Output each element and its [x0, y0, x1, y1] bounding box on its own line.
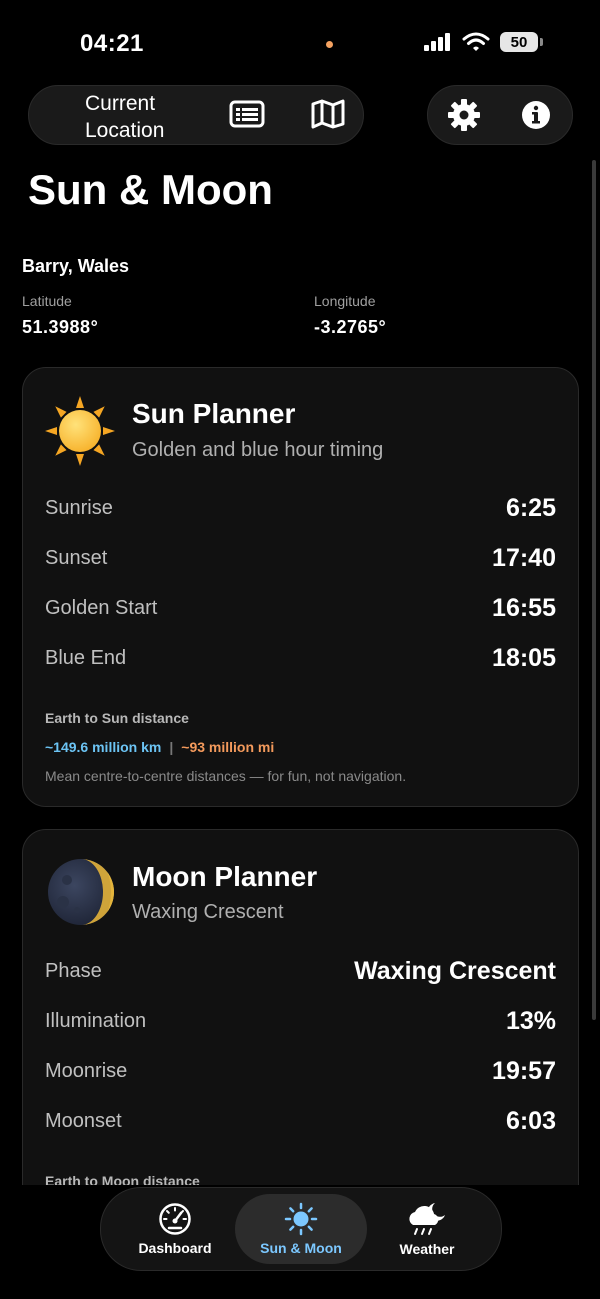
sun-planner-card: Sun Planner Golden and blue hour timing … [22, 367, 579, 807]
gear-icon [448, 99, 480, 131]
speedometer-icon [159, 1203, 191, 1235]
sun-planner-title: Sun Planner [132, 398, 296, 429]
sun-planner-subtitle: Golden and blue hour timing [132, 439, 384, 461]
distance-separator: | [169, 739, 174, 755]
distance-note: Mean centre-to-centre distances — for fu… [45, 768, 407, 784]
sun-icon [45, 396, 115, 466]
tab-sun-moon-label: Sun & Moon [260, 1240, 342, 1256]
wifi-icon [462, 32, 490, 51]
tab-dashboard[interactable]: Dashboard [109, 1194, 241, 1264]
illumination-label: Illumination [45, 1010, 147, 1032]
cloud-moon-rain-icon [409, 1203, 445, 1235]
moonrise-label: Moonrise [45, 1060, 128, 1082]
moon-planner-subtitle: Waxing Crescent [132, 901, 284, 923]
recording-indicator [326, 41, 333, 48]
tab-bar: Dashboard Sun & Moon Weather [100, 1187, 502, 1271]
moon-planner-title: Moon Planner [132, 861, 318, 892]
longitude-label: Longitude [314, 293, 376, 309]
tab-weather[interactable]: Weather [361, 1194, 493, 1264]
map-icon [311, 99, 345, 129]
golden-start-value: 16:55 [492, 594, 556, 622]
sunset-value: 17:40 [492, 544, 556, 572]
settings-toolbar [427, 85, 573, 145]
sun-distance-mi: ~93 million mi [181, 739, 275, 755]
sun-distance-km: ~149.6 million km [45, 739, 162, 755]
status-icons: 50 [424, 32, 543, 52]
tab-weather-label: Weather [399, 1241, 455, 1257]
blue-end-label: Blue End [45, 647, 127, 669]
current-location-button[interactable]: Current Location [85, 90, 164, 144]
moonrise-value: 19:57 [492, 1057, 556, 1085]
phase-value: Waxing Crescent [354, 957, 556, 985]
list-icon [229, 100, 265, 128]
sun-distance-values: ~149.6 million km | ~93 million mi [45, 739, 274, 755]
tab-dashboard-label: Dashboard [138, 1240, 212, 1256]
location-name: Barry, Wales [22, 256, 130, 276]
info-button[interactable] [516, 95, 556, 135]
moon-phase-icon [48, 859, 114, 925]
settings-button[interactable] [444, 95, 484, 135]
location-toolbar: Current Location [28, 85, 364, 145]
latitude-label: Latitude [22, 293, 72, 309]
illumination-value: 13% [505, 1007, 556, 1035]
sun-icon [284, 1202, 318, 1236]
moonset-value: 6:03 [505, 1107, 556, 1135]
sunset-label: Sunset [45, 547, 108, 569]
sun-distance-heading: Earth to Sun distance [45, 710, 189, 726]
cellular-signal-icon [424, 33, 450, 51]
info-icon [522, 101, 550, 129]
sunrise-label: Sunrise [45, 497, 113, 519]
list-view-button[interactable] [227, 94, 267, 134]
golden-start-label: Golden Start [45, 597, 158, 619]
page-title: Sun & Moon [28, 166, 273, 213]
map-view-button[interactable] [308, 94, 348, 134]
moonset-label: Moonset [45, 1110, 122, 1132]
longitude-value: -3.2765° [314, 317, 387, 337]
scrollbar[interactable] [592, 160, 596, 1020]
latitude-value: 51.3988° [22, 317, 99, 337]
battery-indicator: 50 [500, 32, 543, 52]
status-time: 04:21 [80, 30, 144, 57]
phase-label: Phase [45, 960, 102, 982]
blue-end-value: 18:05 [492, 644, 556, 672]
sunrise-value: 6:25 [505, 494, 556, 522]
tab-sun-moon[interactable]: Sun & Moon [235, 1194, 367, 1264]
current-location-label: Current Location [85, 92, 165, 142]
